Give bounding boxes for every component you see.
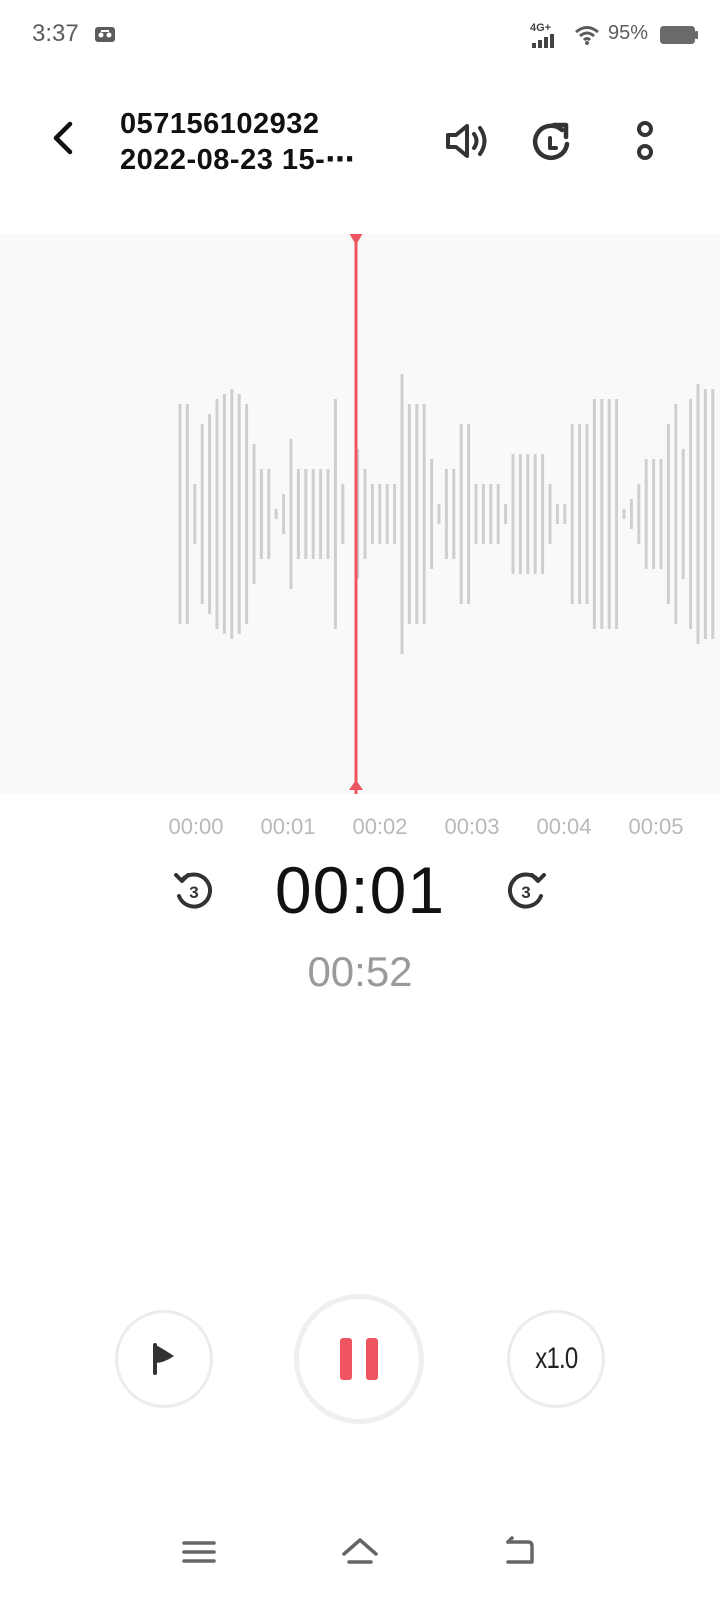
timeline-tick: 00:03 [444, 814, 500, 839]
signal-icon [532, 34, 554, 48]
battery-icon [660, 26, 698, 44]
chevron-left-icon[interactable] [44, 116, 84, 160]
pause-button[interactable] [294, 1294, 424, 1424]
status-indicators: 4G+ 95% [460, 18, 720, 50]
timeline-tick: 00:01 [260, 814, 316, 839]
title-line-1: 057156102932 [120, 108, 320, 140]
more-vertical-icon[interactable] [620, 116, 670, 166]
menu-icon[interactable] [180, 1534, 220, 1570]
recording-title: 057156102932 2022-08-23 15-⋯ [120, 106, 410, 178]
timeline-tick: 00:04 [536, 814, 592, 839]
total-time: 00:52 [307, 948, 413, 995]
mark-button[interactable] [115, 1310, 213, 1408]
title-line-2: 2022-08-23 15-⋯ [120, 144, 355, 176]
toolbar: 057156102932 2022-08-23 15-⋯ [0, 96, 720, 186]
pause-icon [340, 1338, 378, 1380]
flag-icon [153, 1343, 174, 1375]
skip-forward-seconds: 3 [521, 883, 530, 902]
waveform[interactable] [0, 234, 720, 794]
current-time: 00:01 [274, 853, 446, 927]
rotate-icon[interactable] [526, 116, 576, 166]
waveform-area[interactable] [0, 234, 720, 794]
timeline: 00:00 00:01 00:02 00:03 00:04 00:05 [0, 814, 720, 844]
playhead-top-marker [349, 234, 363, 245]
tape-recorder-icon [95, 27, 115, 42]
timeline-tick: 00:02 [352, 814, 408, 839]
wifi-icon [575, 26, 599, 45]
home-icon[interactable] [340, 1534, 380, 1570]
speed-label: x1.0 [534, 1342, 578, 1375]
status-time: 3:37 [32, 20, 79, 47]
speaker-icon[interactable] [442, 116, 492, 166]
recording-player-screen: 3:37 4G+ 95% 057156102932 2022-08-23 15-… [0, 0, 720, 1600]
forward-3-icon[interactable]: 3 [502, 866, 550, 914]
playhead-bottom-marker [349, 780, 363, 790]
timeline-tick: 00:05 [628, 814, 684, 839]
back-icon[interactable] [500, 1534, 540, 1570]
speed-button[interactable]: x1.0 [507, 1310, 605, 1408]
status-bar: 3:37 4G+ 95% [0, 0, 720, 70]
timeline-tick: 00:00 [168, 814, 224, 839]
navigation-bar [0, 1520, 720, 1600]
skip-back-seconds: 3 [189, 883, 198, 902]
battery-percent: 95% [608, 22, 649, 44]
